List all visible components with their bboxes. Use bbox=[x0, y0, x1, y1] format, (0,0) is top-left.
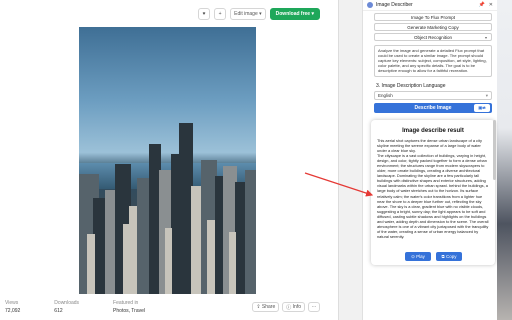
background-page-edge bbox=[497, 0, 512, 320]
collect-button[interactable]: + bbox=[214, 8, 227, 20]
heart-icon: ♥ bbox=[202, 11, 206, 17]
panel-header: Image Describer 📌 ✕ bbox=[363, 0, 497, 11]
copy-button[interactable]: ⧉ Copy bbox=[436, 252, 462, 261]
language-section-title: 3. Image Description Language bbox=[376, 83, 446, 89]
photo-toolbar: ♥ + Edit image ▾ Download free ▾ bbox=[198, 8, 320, 20]
copy-icon: ⧉ bbox=[441, 254, 445, 259]
plus-icon: + bbox=[218, 11, 222, 17]
language-select[interactable]: English ▾ bbox=[374, 91, 492, 100]
play-icon: ⊙ bbox=[411, 254, 415, 259]
option-flux-prompt[interactable]: Image To Flux Prompt bbox=[374, 13, 492, 21]
chevron-down-icon: ▾ bbox=[259, 11, 262, 17]
describe-image-button[interactable]: Describe Image ▣⇄ bbox=[374, 103, 492, 113]
city-skyline-photo[interactable] bbox=[79, 27, 256, 294]
stat-views: Views 72,092 bbox=[5, 300, 21, 314]
chevron-down-icon: ▾ bbox=[311, 11, 314, 17]
share-button[interactable]: ⇪ Share bbox=[252, 302, 280, 312]
photo-page: ♥ + Edit image ▾ Download free ▾ Views 7… bbox=[0, 0, 338, 320]
result-title: Image describe result bbox=[402, 128, 464, 134]
chevron-down-icon: ▾ bbox=[485, 93, 488, 98]
panel-title: Image Describer bbox=[376, 2, 413, 8]
chevron-down-icon: ▾ bbox=[484, 35, 487, 40]
option-marketing-copy[interactable]: Generate Marketing Copy bbox=[374, 23, 492, 31]
image-count-icon: ▣⇄ bbox=[474, 104, 490, 112]
result-text: This aerial shot captures the dense urba… bbox=[377, 138, 489, 239]
photo-bottom-actions: ⇪ Share ⓘ Info ··· bbox=[252, 302, 320, 312]
app-logo-icon bbox=[367, 2, 373, 8]
play-button[interactable]: ⊙ Play bbox=[405, 252, 431, 261]
pin-icon[interactable]: 📌 bbox=[479, 2, 485, 8]
info-button[interactable]: ⓘ Info bbox=[282, 302, 305, 312]
info-icon: ⓘ bbox=[286, 304, 292, 311]
prompt-description-textarea[interactable]: Analyze the image and generate a detaile… bbox=[374, 45, 492, 77]
download-button[interactable]: Download free ▾ bbox=[269, 8, 320, 20]
like-button[interactable]: ♥ bbox=[198, 8, 211, 20]
stat-featured: Featured in Photos, Travel bbox=[113, 300, 146, 314]
close-icon[interactable]: ✕ bbox=[489, 2, 493, 8]
more-button[interactable]: ··· bbox=[308, 302, 320, 312]
more-icon: ··· bbox=[311, 304, 317, 310]
image-describer-panel: Image Describer 📌 ✕ Image To Flux Prompt… bbox=[362, 0, 497, 320]
panel-header-actions: 📌 ✕ bbox=[479, 2, 493, 8]
page-divider bbox=[338, 0, 362, 320]
edit-image-button[interactable]: Edit image ▾ bbox=[230, 8, 266, 20]
stat-downloads: Downloads 612 bbox=[54, 300, 80, 314]
share-icon: ⇪ bbox=[256, 304, 261, 310]
result-card: Image describe result This aerial shot c… bbox=[371, 120, 495, 265]
photo-stats: Views 72,092 Downloads 612 Featured in P… bbox=[5, 300, 145, 314]
option-object-recognition[interactable]: Object Recognition ▾ bbox=[374, 33, 492, 41]
panel-scrollbar[interactable] bbox=[493, 120, 496, 180]
screen: ♥ + Edit image ▾ Download free ▾ Views 7… bbox=[0, 0, 512, 320]
